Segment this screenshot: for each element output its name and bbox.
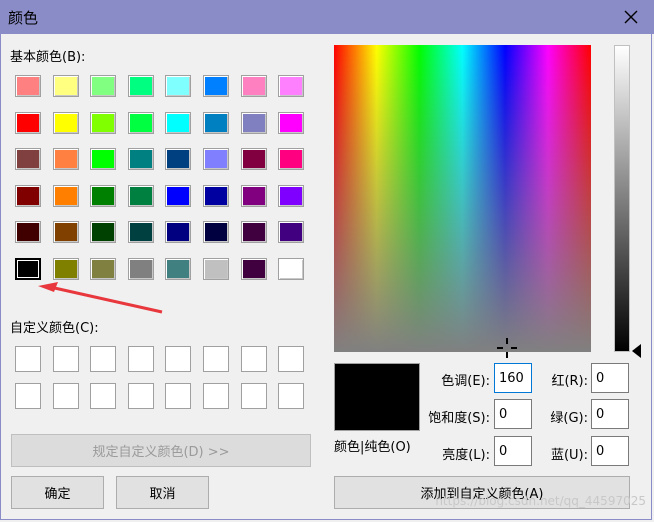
basic-color-swatch[interactable]: [278, 111, 305, 134]
basic-color-swatch[interactable]: [127, 111, 154, 134]
basic-color-swatch[interactable]: [127, 148, 154, 171]
color-preview: [334, 363, 420, 431]
basic-color-swatch[interactable]: [52, 75, 79, 97]
custom-color-swatch[interactable]: [15, 383, 41, 409]
basic-color-swatch[interactable]: [90, 148, 117, 171]
define-custom-colors-button[interactable]: 规定自定义颜色(D) >>: [11, 434, 311, 467]
watermark: https://blog.csdn.net/qq_44597025: [435, 494, 646, 508]
luminance-label: 亮度(L):: [442, 448, 490, 463]
basic-color-swatch[interactable]: [90, 184, 117, 207]
custom-color-swatch[interactable]: [15, 346, 41, 372]
basic-color-swatch[interactable]: [240, 111, 267, 134]
red-label: 红(R):: [551, 374, 588, 389]
basic-color-swatch[interactable]: [278, 221, 305, 244]
custom-colors-label: 自定义颜色(C):: [10, 321, 99, 336]
basic-color-swatch[interactable]: [240, 184, 267, 207]
color-spectrum[interactable]: [334, 45, 591, 352]
basic-color-swatch[interactable]: [15, 148, 41, 171]
basic-color-swatch[interactable]: [52, 258, 79, 280]
ok-button[interactable]: 确定: [11, 476, 104, 509]
custom-color-swatch[interactable]: [278, 346, 305, 372]
basic-color-swatch[interactable]: [278, 148, 305, 171]
basic-color-swatch[interactable]: [165, 148, 192, 171]
custom-color-swatch[interactable]: [127, 346, 154, 372]
blue-input[interactable]: 0: [591, 436, 629, 466]
custom-color-swatch[interactable]: [278, 383, 305, 409]
basic-color-swatch[interactable]: [203, 221, 229, 244]
custom-color-swatch[interactable]: [165, 383, 192, 409]
title-bar: 颜色: [0, 0, 654, 34]
basic-color-swatch[interactable]: [52, 184, 79, 207]
custom-color-swatch[interactable]: [203, 383, 229, 409]
basic-color-swatch[interactable]: [127, 221, 154, 244]
custom-color-swatch[interactable]: [165, 346, 192, 372]
basic-color-swatch[interactable]: [165, 111, 192, 134]
basic-colors-label: 基本颜色(B):: [10, 50, 86, 65]
basic-color-swatch[interactable]: [90, 75, 117, 97]
basic-color-swatch[interactable]: [203, 258, 229, 280]
luminance-input[interactable]: 0: [494, 436, 532, 466]
basic-color-swatch[interactable]: [52, 111, 79, 134]
luminance-slider[interactable]: [614, 45, 630, 352]
basic-color-swatch[interactable]: [127, 184, 154, 207]
color-solid-label: 颜色|纯色(O): [334, 440, 411, 455]
basic-color-swatch[interactable]: [127, 258, 154, 280]
basic-color-swatch[interactable]: [165, 258, 192, 280]
luminance-pointer-icon[interactable]: [632, 344, 641, 358]
basic-color-swatch[interactable]: [15, 258, 41, 280]
custom-color-swatch[interactable]: [203, 346, 229, 372]
basic-color-swatch[interactable]: [240, 75, 267, 97]
basic-color-swatch[interactable]: [90, 258, 117, 280]
green-input[interactable]: 0: [591, 399, 629, 429]
custom-color-swatch[interactable]: [240, 383, 267, 409]
green-label: 绿(G):: [550, 411, 588, 426]
basic-color-swatch[interactable]: [15, 221, 41, 244]
basic-color-swatch[interactable]: [278, 258, 305, 280]
basic-color-swatch[interactable]: [203, 148, 229, 171]
basic-color-swatch[interactable]: [278, 75, 305, 97]
custom-color-swatch[interactable]: [127, 383, 154, 409]
basic-color-swatch[interactable]: [52, 221, 79, 244]
basic-color-swatch[interactable]: [127, 75, 154, 97]
basic-color-swatch[interactable]: [240, 148, 267, 171]
basic-color-swatch[interactable]: [203, 75, 229, 97]
basic-color-swatch[interactable]: [278, 184, 305, 207]
basic-color-swatch[interactable]: [52, 148, 79, 171]
basic-color-swatch[interactable]: [90, 111, 117, 134]
basic-color-swatch[interactable]: [15, 111, 41, 134]
red-input[interactable]: 0: [591, 363, 629, 393]
hue-label: 色调(E):: [441, 374, 490, 389]
basic-color-swatch[interactable]: [240, 221, 267, 244]
custom-color-swatch[interactable]: [240, 346, 267, 372]
basic-color-swatch[interactable]: [165, 75, 192, 97]
custom-color-swatch[interactable]: [90, 383, 117, 409]
window-title: 颜色: [8, 9, 39, 27]
hue-input[interactable]: 160: [494, 363, 532, 393]
close-button[interactable]: [608, 0, 654, 34]
close-icon: [624, 10, 638, 24]
basic-color-swatch[interactable]: [165, 221, 192, 244]
cancel-button[interactable]: 取消: [116, 476, 209, 509]
basic-color-swatch[interactable]: [165, 184, 192, 207]
custom-color-swatch[interactable]: [52, 346, 79, 372]
basic-color-swatch[interactable]: [240, 258, 267, 280]
basic-color-swatch[interactable]: [203, 184, 229, 207]
saturation-label: 饱和度(S):: [428, 411, 490, 426]
custom-color-swatch[interactable]: [90, 346, 117, 372]
basic-color-swatch[interactable]: [90, 221, 117, 244]
blue-label: 蓝(U):: [550, 448, 588, 463]
basic-color-swatch[interactable]: [15, 75, 41, 97]
saturation-input[interactable]: 0: [494, 399, 532, 429]
custom-color-swatch[interactable]: [52, 383, 79, 409]
basic-color-swatch[interactable]: [203, 111, 229, 134]
basic-color-swatch[interactable]: [15, 184, 41, 207]
